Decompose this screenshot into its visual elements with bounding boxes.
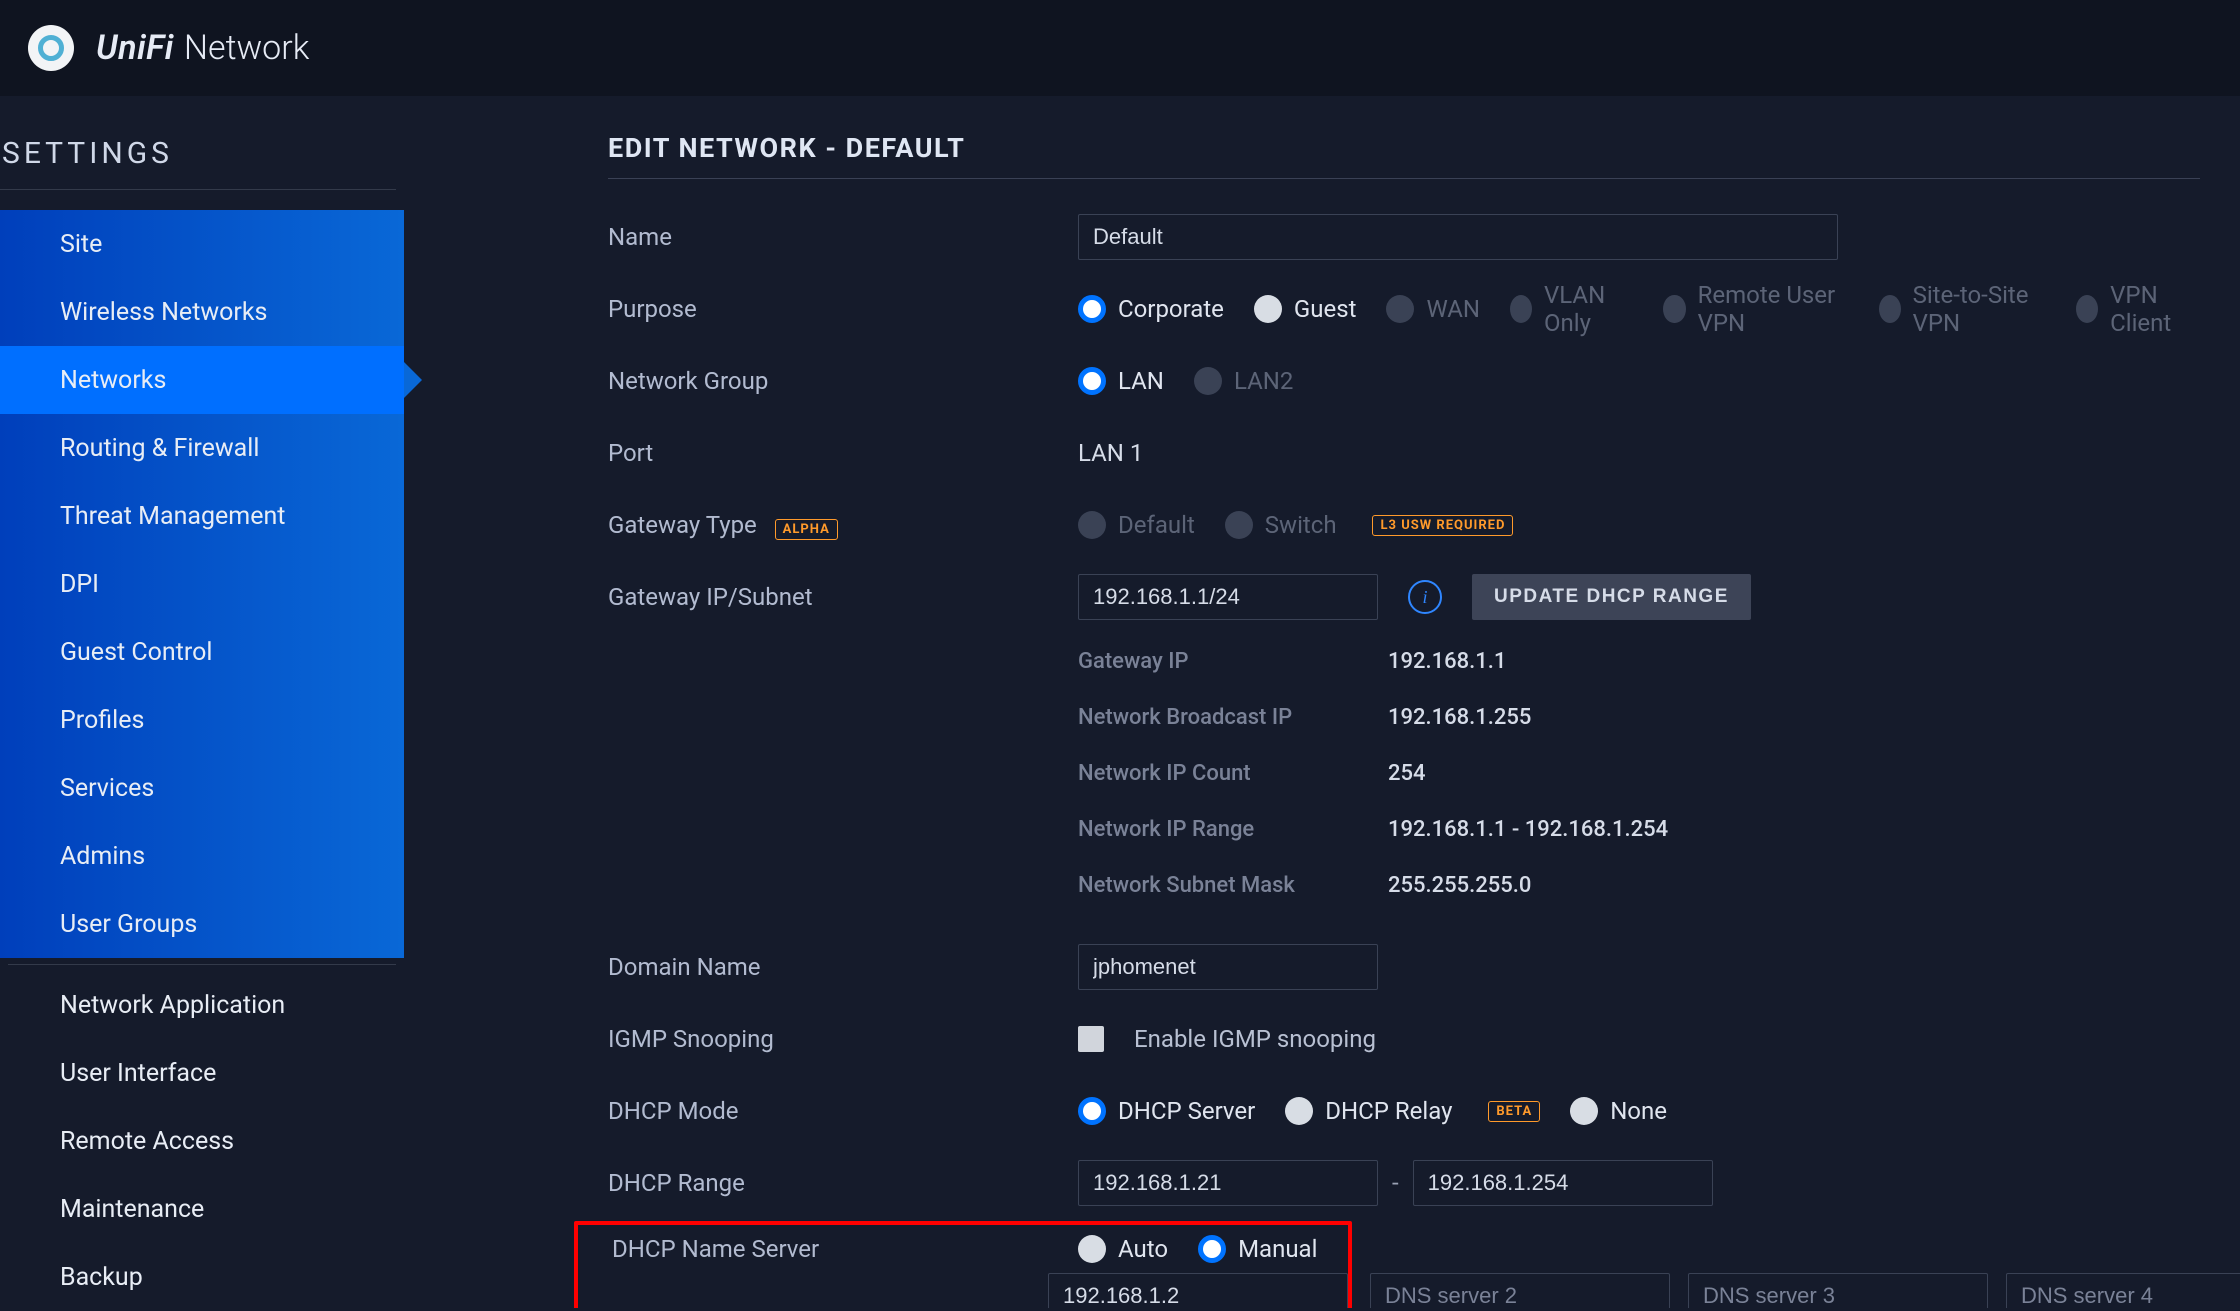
sidebar-item-site[interactable]: Site bbox=[0, 210, 404, 278]
ip-count-value: 254 bbox=[1388, 761, 1426, 786]
dhcp-name-server-highlight: DHCP Name Server Auto Manual bbox=[574, 1221, 1352, 1308]
igmp-label: IGMP Snooping bbox=[608, 1025, 1078, 1053]
dhcp-ns-manual[interactable]: Manual bbox=[1198, 1235, 1317, 1263]
sidebar-item-user-interface[interactable]: User Interface bbox=[0, 1039, 404, 1107]
sidebar-item-user-groups[interactable]: User Groups bbox=[0, 890, 404, 958]
gateway-ip-value: 192.168.1.1 bbox=[1388, 649, 1506, 674]
igmp-text: Enable IGMP snooping bbox=[1134, 1025, 1376, 1053]
subnet-mask-label: Network Subnet Mask bbox=[1078, 873, 1388, 898]
igmp-checkbox[interactable] bbox=[1078, 1026, 1104, 1052]
network-group-label: Network Group bbox=[608, 367, 1078, 395]
dhcp-range-label: DHCP Range bbox=[608, 1169, 1078, 1197]
domain-name-label: Domain Name bbox=[608, 953, 1078, 981]
purpose-options: Corporate Guest WAN VLAN Only Remote Use… bbox=[1078, 281, 2200, 337]
dns-server-2-input[interactable] bbox=[1370, 1273, 1670, 1308]
purpose-site-to-site-vpn: Site-to-Site VPN bbox=[1879, 281, 2047, 337]
gateway-info-block: Gateway IP192.168.1.1 Network Broadcast … bbox=[608, 633, 2200, 913]
sidebar-title: SETTINGS bbox=[0, 136, 396, 190]
sidebar-item-backup[interactable]: Backup bbox=[0, 1243, 404, 1311]
purpose-vlan-only: VLAN Only bbox=[1510, 281, 1633, 337]
beta-badge: BETA bbox=[1488, 1101, 1540, 1122]
network-group-lan[interactable]: LAN bbox=[1078, 367, 1164, 395]
dhcp-mode-relay[interactable]: DHCP Relay BETA bbox=[1285, 1097, 1540, 1125]
dhcp-name-server-label: DHCP Name Server bbox=[612, 1235, 1048, 1263]
purpose-label: Purpose bbox=[608, 295, 1078, 323]
alpha-badge: ALPHA bbox=[775, 519, 838, 540]
sidebar-item-profiles[interactable]: Profiles bbox=[0, 686, 404, 754]
gateway-ip-subnet-input[interactable] bbox=[1078, 574, 1378, 620]
sidebar-item-wireless-networks[interactable]: Wireless Networks bbox=[0, 278, 404, 346]
sidebar: SETTINGS Site Wireless Networks Networks… bbox=[0, 96, 404, 1308]
sidebar-separator bbox=[8, 964, 396, 965]
dhcp-ns-auto[interactable]: Auto bbox=[1078, 1235, 1168, 1263]
dhcp-range-start-input[interactable] bbox=[1078, 1160, 1378, 1206]
sidebar-group-2: Network Application User Interface Remot… bbox=[0, 971, 404, 1311]
sidebar-group-1: Site Wireless Networks Networks Routing … bbox=[0, 210, 404, 958]
page-title: EDIT NETWORK - DEFAULT bbox=[608, 132, 2200, 179]
ip-count-label: Network IP Count bbox=[1078, 761, 1388, 786]
purpose-vpn-client: VPN Client bbox=[2076, 281, 2200, 337]
sidebar-item-services[interactable]: Services bbox=[0, 754, 404, 822]
dhcp-mode-server[interactable]: DHCP Server bbox=[1078, 1097, 1255, 1125]
brand-unifi: UniFi bbox=[96, 28, 174, 68]
domain-name-input[interactable] bbox=[1078, 944, 1378, 990]
broadcast-ip-value: 192.168.1.255 bbox=[1388, 705, 1531, 730]
content: EDIT NETWORK - DEFAULT Name Purpose Corp… bbox=[404, 96, 2240, 1308]
sidebar-item-network-application[interactable]: Network Application bbox=[0, 971, 404, 1039]
dash: - bbox=[1386, 1169, 1405, 1197]
dns-server-4-input[interactable] bbox=[2006, 1273, 2240, 1308]
app-logo bbox=[28, 25, 74, 71]
port-label: Port bbox=[608, 439, 1078, 467]
purpose-corporate[interactable]: Corporate bbox=[1078, 295, 1224, 323]
dhcp-range-end-input[interactable] bbox=[1413, 1160, 1713, 1206]
subnet-mask-value: 255.255.255.0 bbox=[1388, 873, 1531, 898]
gateway-ip-subnet-label: Gateway IP/Subnet bbox=[608, 583, 1078, 611]
sidebar-item-guest-control[interactable]: Guest Control bbox=[0, 618, 404, 686]
dns-server-3-input[interactable] bbox=[1688, 1273, 1988, 1308]
sidebar-item-remote-access[interactable]: Remote Access bbox=[0, 1107, 404, 1175]
name-input[interactable] bbox=[1078, 214, 1838, 260]
sidebar-item-admins[interactable]: Admins bbox=[0, 822, 404, 890]
network-group-lan2: LAN2 bbox=[1194, 367, 1293, 395]
brand-network: Network bbox=[184, 28, 310, 68]
sidebar-item-maintenance[interactable]: Maintenance bbox=[0, 1175, 404, 1243]
dns-server-1-input[interactable] bbox=[1048, 1273, 1348, 1308]
port-value: LAN 1 bbox=[1078, 439, 1143, 467]
gateway-type-default: Default bbox=[1078, 511, 1195, 539]
sidebar-item-networks[interactable]: Networks bbox=[0, 346, 404, 414]
l3-usw-badge: L3 USW REQUIRED bbox=[1372, 515, 1513, 536]
purpose-remote-user-vpn: Remote User VPN bbox=[1663, 281, 1848, 337]
brand: UniFi Network bbox=[96, 28, 309, 68]
broadcast-ip-label: Network Broadcast IP bbox=[1078, 705, 1388, 730]
dhcp-mode-none[interactable]: None bbox=[1570, 1097, 1667, 1125]
sidebar-item-routing-firewall[interactable]: Routing & Firewall bbox=[0, 414, 404, 482]
gateway-type-label: Gateway Type ALPHA bbox=[608, 511, 1078, 540]
ip-range-value: 192.168.1.1 - 192.168.1.254 bbox=[1388, 817, 1668, 842]
purpose-wan: WAN bbox=[1386, 295, 1480, 323]
purpose-guest[interactable]: Guest bbox=[1254, 295, 1357, 323]
info-icon[interactable]: i bbox=[1408, 580, 1442, 614]
update-dhcp-range-button[interactable]: UPDATE DHCP RANGE bbox=[1472, 574, 1751, 620]
gateway-ip-label: Gateway IP bbox=[1078, 649, 1388, 674]
topbar: UniFi Network bbox=[0, 0, 2240, 96]
gateway-type-switch: Switch L3 USW REQUIRED bbox=[1225, 511, 1514, 539]
name-label: Name bbox=[608, 223, 1078, 251]
sidebar-item-threat-management[interactable]: Threat Management bbox=[0, 482, 404, 550]
dhcp-mode-label: DHCP Mode bbox=[608, 1097, 1078, 1125]
sidebar-item-dpi[interactable]: DPI bbox=[0, 550, 404, 618]
ip-range-label: Network IP Range bbox=[1078, 817, 1388, 842]
